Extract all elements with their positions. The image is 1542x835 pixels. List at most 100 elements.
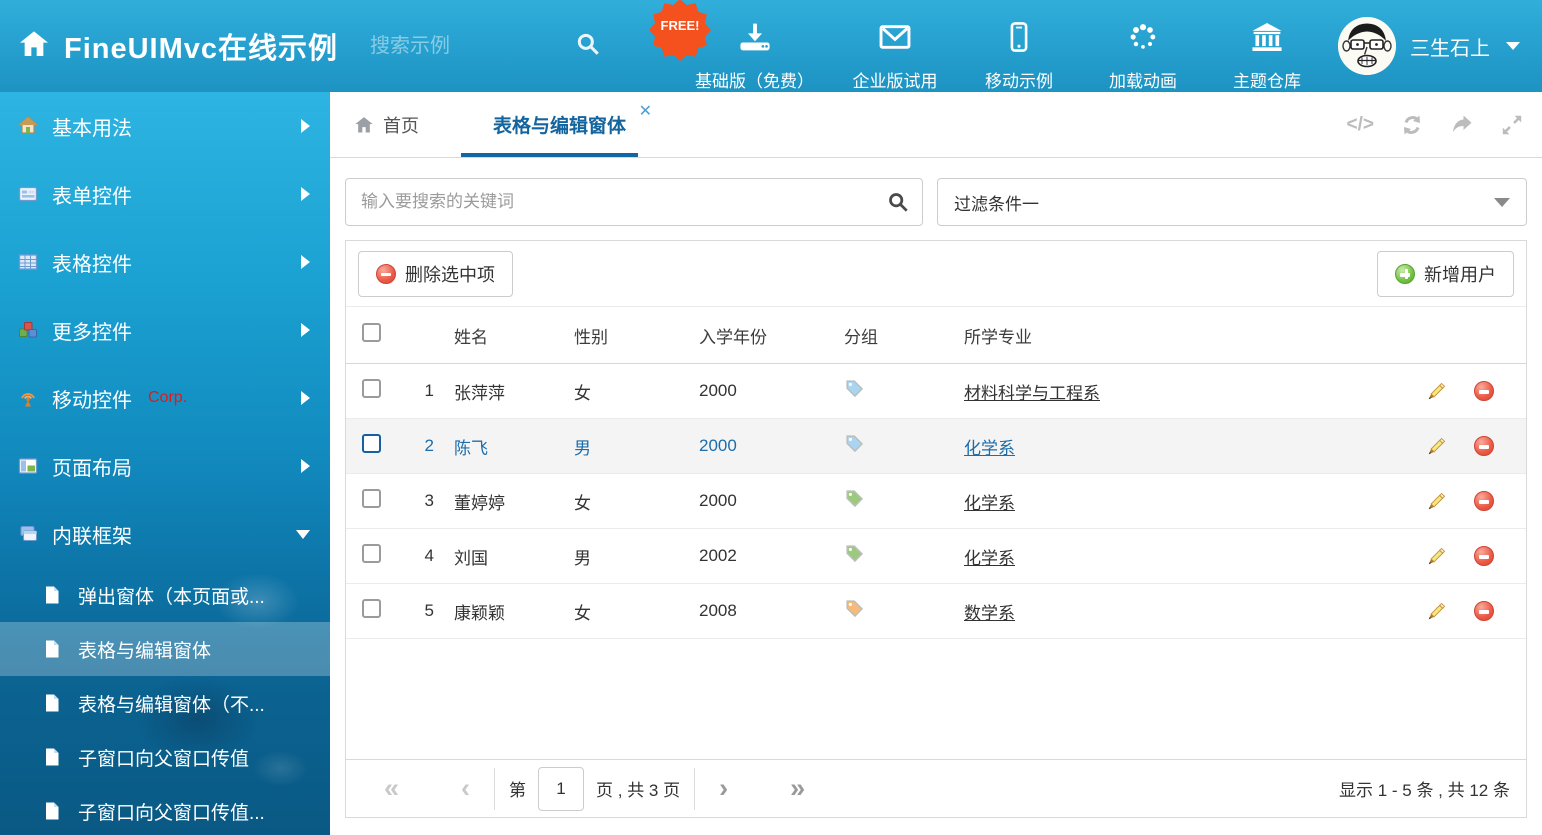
column-header-group[interactable]: 分组 (828, 323, 948, 348)
sidebar-item-form-controls[interactable]: 表单控件 (0, 160, 330, 228)
sidebar-subitem-grid-edit-window[interactable]: 表格与编辑窗体 (0, 622, 330, 676)
major-link[interactable]: 材料科学与工程系 (964, 384, 1100, 403)
major-link[interactable]: 化学系 (964, 549, 1015, 568)
page-label-suffix: 页 , 共 3 页 (596, 776, 680, 801)
column-header-gender[interactable]: 性别 (558, 323, 683, 348)
row-checkbox[interactable] (362, 379, 381, 398)
row-checkbox[interactable] (362, 434, 381, 453)
cell-name: 董婷婷 (438, 489, 558, 514)
cell-group (828, 488, 948, 514)
filter-dropdown[interactable]: 过滤条件一 (937, 178, 1527, 226)
major-link[interactable]: 数学系 (964, 604, 1015, 623)
edit-icon[interactable] (1426, 380, 1448, 402)
sidebar-item-grid-controls[interactable]: 表格控件 (0, 228, 330, 296)
sidebar-subitem-grid-edit-window-2[interactable]: 表格与编辑窗体（不... (0, 676, 330, 730)
major-link[interactable]: 化学系 (964, 439, 1015, 458)
delete-icon[interactable] (1474, 546, 1494, 566)
tab-home[interactable]: 首页 (342, 92, 431, 157)
table-row: 4 刘国 男 2002 化学系 (346, 529, 1526, 584)
sidebar-item-more-controls[interactable]: 更多控件 (0, 296, 330, 364)
sidebar-item-label: 页面布局 (52, 452, 132, 481)
sidebar-subitem-label: 表格与编辑窗体 (78, 636, 211, 663)
sidebar-subitem-child-to-parent-2[interactable]: 子窗口向父窗口传值... (0, 784, 330, 835)
last-page-button[interactable]: » (780, 775, 815, 802)
tag-icon (844, 598, 865, 619)
sidebar-subitem-child-to-parent[interactable]: 子窗口向父窗口传值 (0, 730, 330, 784)
next-page-button[interactable]: › (709, 775, 738, 802)
record-summary: 显示 1 - 5 条 , 共 12 条 (1339, 776, 1510, 801)
row-checkbox[interactable] (362, 489, 381, 508)
bank-icon (1250, 21, 1284, 58)
delete-selected-button[interactable]: 删除选中项 (358, 251, 513, 297)
sidebar-subitem-popup-window[interactable]: 弹出窗体（本页面或... (0, 568, 330, 622)
delete-icon[interactable] (1474, 381, 1494, 401)
nav-label: 移动示例 (985, 67, 1053, 92)
source-code-icon[interactable]: </> (1347, 114, 1374, 136)
row-number: 4 (398, 546, 438, 566)
cell-year: 2000 (683, 381, 828, 401)
keyword-search-input[interactable] (345, 178, 923, 226)
delete-icon[interactable] (1474, 491, 1494, 511)
add-user-button[interactable]: 新增用户 (1377, 251, 1514, 297)
nav-item-basic-free[interactable]: FREE! 基础版（免费） (695, 21, 814, 92)
free-badge-text: FREE! (661, 18, 700, 33)
cell-gender: 男 (558, 434, 683, 459)
minus-circle-icon (376, 264, 396, 284)
nav-label: 企业版试用 (853, 67, 938, 92)
cell-group (828, 543, 948, 569)
refresh-icon[interactable] (1400, 113, 1424, 137)
tag-icon (844, 488, 865, 509)
edit-icon[interactable] (1426, 545, 1448, 567)
nav-item-enterprise-trial[interactable]: 企业版试用 (852, 21, 938, 92)
edit-icon[interactable] (1426, 600, 1448, 622)
top-header: FineUIMvc在线示例 FREE! 基础版（免费） (0, 0, 1542, 92)
table-row: 5 康颖颖 女 2008 数学系 (346, 584, 1526, 639)
column-header-major[interactable]: 所学专业 (948, 323, 1408, 348)
sidebar-item-page-layout[interactable]: 页面布局 (0, 432, 330, 500)
row-checkbox[interactable] (362, 544, 381, 563)
table-icon (18, 252, 38, 272)
antenna-icon (18, 388, 38, 408)
page-number-input[interactable] (538, 767, 584, 811)
tab-grid-edit-window[interactable]: 表格与编辑窗体 ✕ (475, 92, 644, 157)
nav-label: 基础版（免费） (695, 67, 814, 92)
first-page-button[interactable]: « (374, 775, 409, 802)
nav-item-theme-store[interactable]: 主题仓库 (1224, 21, 1310, 92)
tab-toolbar: </> (1347, 113, 1524, 137)
nav-item-mobile-demo[interactable]: 移动示例 (976, 21, 1062, 92)
cell-year: 2008 (683, 601, 828, 621)
close-icon[interactable]: ✕ (639, 104, 652, 120)
search-icon[interactable] (887, 191, 909, 218)
edit-icon[interactable] (1426, 490, 1448, 512)
major-link[interactable]: 化学系 (964, 494, 1015, 513)
tag-icon (844, 378, 865, 399)
sidebar-item-iframe[interactable]: 内联框架 (0, 500, 330, 568)
nav-label: 主题仓库 (1233, 67, 1301, 92)
sidebar-item-basic-usage[interactable]: 基本用法 (0, 92, 330, 160)
spinner-icon (1127, 21, 1159, 58)
nav-item-loading-animation[interactable]: 加载动画 (1100, 21, 1186, 92)
pagination-bar: « ‹ 第 页 , 共 3 页 › » 显示 1 - 5 条 , 共 12 条 (346, 759, 1526, 817)
select-all-checkbox[interactable] (362, 323, 381, 342)
delete-icon[interactable] (1474, 601, 1494, 621)
delete-icon[interactable] (1474, 436, 1494, 456)
file-icon (42, 747, 62, 767)
filter-dropdown-value: 过滤条件一 (954, 190, 1039, 215)
brand-link[interactable]: FineUIMvc在线示例 (0, 25, 338, 67)
sidebar-subitem-label: 表格与编辑窗体（不... (78, 690, 265, 717)
sidebar-item-mobile-controls[interactable]: 移动控件 Corp. (0, 364, 330, 432)
row-checkbox[interactable] (362, 599, 381, 618)
cell-name: 张萍萍 (438, 379, 558, 404)
open-in-new-icon[interactable] (1450, 113, 1474, 137)
edit-icon[interactable] (1426, 435, 1448, 457)
table-row: 1 张萍萍 女 2000 材料科学与工程系 (346, 364, 1526, 419)
expand-icon[interactable] (1500, 113, 1524, 137)
user-menu[interactable]: 三生石上 (1338, 17, 1520, 75)
column-header-name[interactable]: 姓名 (438, 323, 558, 348)
prev-page-button[interactable]: ‹ (451, 775, 480, 802)
column-header-year[interactable]: 入学年份 (683, 323, 828, 348)
search-icon[interactable] (575, 31, 601, 62)
header-search-input[interactable] (370, 35, 520, 58)
cell-group (828, 378, 948, 404)
sidebar-item-label: 内联框架 (52, 520, 132, 549)
